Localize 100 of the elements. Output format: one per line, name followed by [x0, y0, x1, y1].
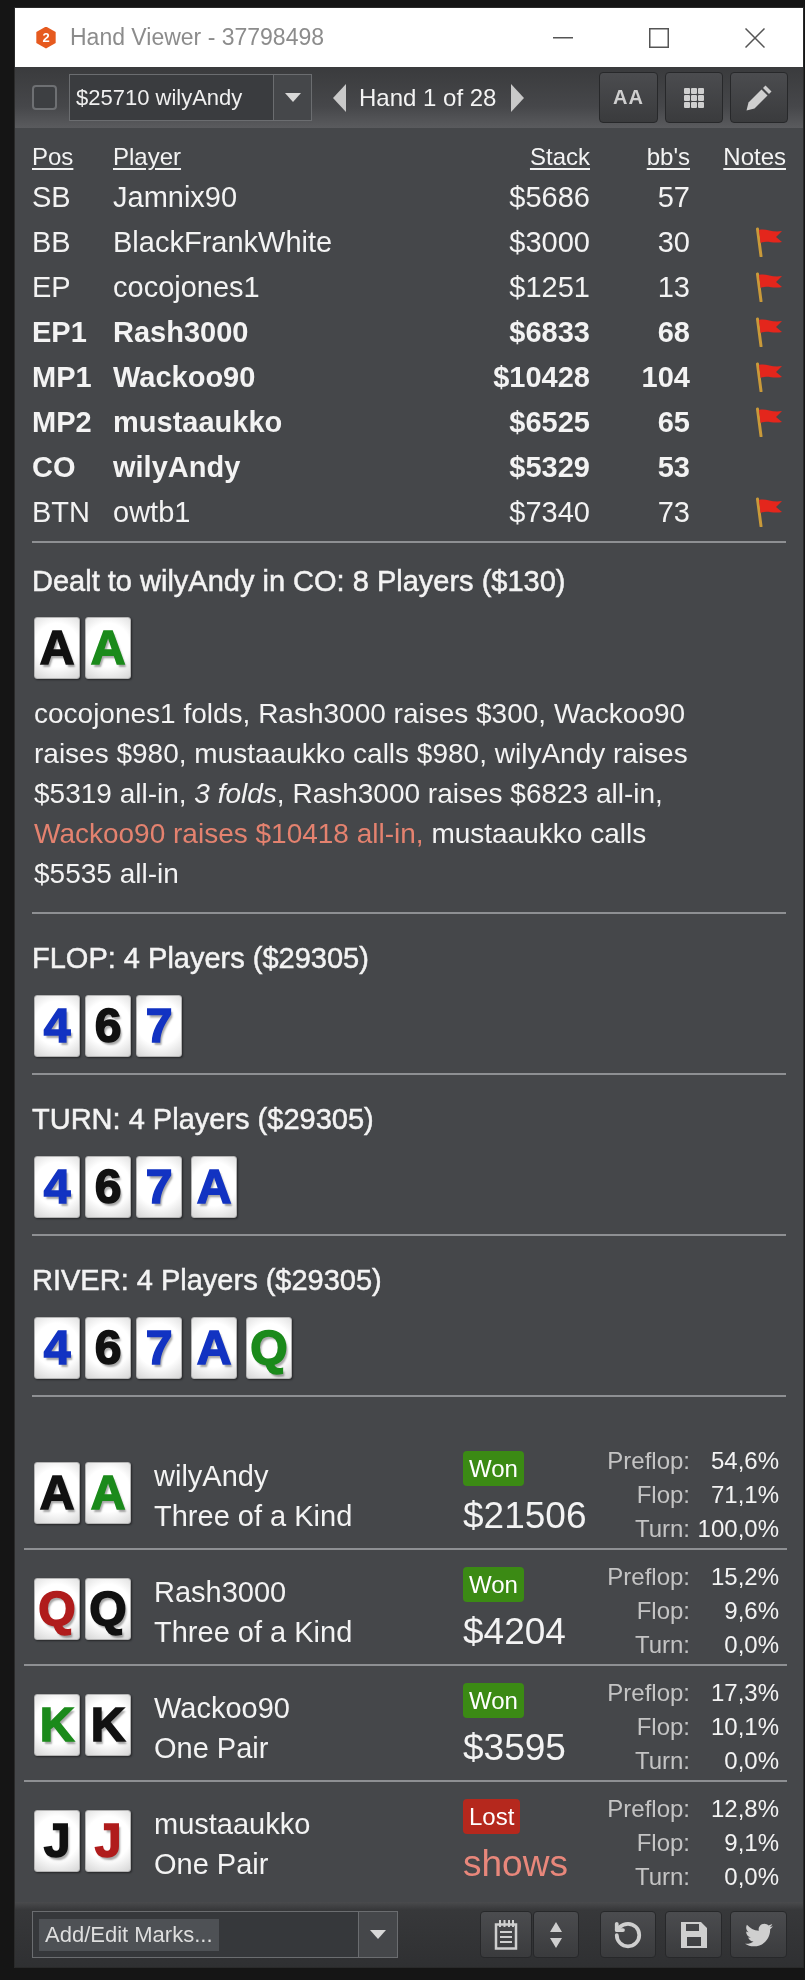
window-title: Hand Viewer - 37798498: [70, 24, 325, 51]
previous-triangle-icon[interactable]: [333, 83, 346, 112]
bb-cell-text: 73: [657, 494, 690, 530]
flag-icon: [753, 316, 783, 347]
equity-label: Turn:: [634, 1514, 690, 1544]
equity-value: 54,6%: [710, 1446, 779, 1476]
playing-card: J: [85, 1810, 131, 1872]
player-select[interactable]: $25710 wilyAndy: [69, 74, 273, 121]
edit-button[interactable]: [730, 72, 788, 123]
position-cell-text: EP: [32, 269, 71, 305]
status-badge: Won: [463, 1567, 524, 1602]
selected-text: Add/Edit Marks...: [39, 1918, 219, 1951]
bb-cell-text: 65: [657, 404, 690, 440]
playing-card: Q: [85, 1578, 131, 1640]
equity-value: 9,6%: [724, 1596, 779, 1626]
equity-label: Flop:: [636, 1712, 690, 1742]
notepad-button[interactable]: [480, 1911, 532, 1958]
stack-cell-text: $5329: [509, 449, 590, 485]
bird-button[interactable]: [730, 1911, 787, 1958]
playing-card: 7: [136, 1156, 182, 1218]
marks-select[interactable]: Add/Edit Marks...: [32, 1911, 358, 1958]
player-cell-text: BlackFrankWhite: [113, 224, 333, 260]
player-cell-text: Wackoo90: [113, 359, 256, 395]
player-cell-text: Jamnix90: [113, 179, 238, 215]
position-cell-text: EP1: [32, 314, 87, 350]
column-header[interactable]: Stack: [529, 142, 590, 172]
equity-label: Turn:: [634, 1630, 690, 1660]
hand-rank: One Pair: [154, 1731, 269, 1766]
flag-icon: [753, 361, 783, 392]
street-heading: FLOP: 4 Players ($29305): [32, 941, 369, 975]
playing-card: A: [85, 1462, 131, 1524]
next-triangle-icon[interactable]: [511, 83, 525, 112]
equity-value: 0,0%: [724, 1746, 779, 1776]
stack-cell-text: $3000: [509, 224, 590, 260]
result-amount: shows: [463, 1842, 568, 1886]
equity-value: 100,0%: [697, 1514, 779, 1544]
playing-card: A: [34, 1462, 80, 1524]
column-header[interactable]: Notes: [723, 142, 786, 172]
playing-card: 4: [34, 1317, 80, 1379]
status-badge: Lost: [463, 1799, 521, 1834]
position-cell-text: MP2: [32, 404, 92, 440]
refresh-icon: [613, 1919, 643, 1950]
column-header[interactable]: bb's: [646, 142, 690, 172]
playing-card: A: [85, 617, 131, 679]
hand-rank: Three of a Kind: [154, 1499, 353, 1534]
font-size-button[interactable]: AA: [599, 72, 658, 123]
bb-cell-text: 30: [657, 224, 690, 260]
player-name: wilyAndy: [154, 1459, 269, 1494]
hand-rank: One Pair: [154, 1847, 269, 1882]
equity-value: 0,0%: [724, 1630, 779, 1660]
column-header[interactable]: Player: [113, 142, 182, 172]
player-name: mustaaukko: [154, 1807, 311, 1842]
equity-label: Preflop:: [607, 1446, 690, 1476]
maximize-icon[interactable]: [649, 27, 669, 48]
action-text: cocojones1 folds, Rash3000 raises $300, Wackoo90 raises $980, mustaaukko calls $980, wilyAndy raises $5319 all-in, 3 folds, Rash3000 raises $6823 all-in, Wackoo90 raises $10418 all-in, mustaaukko calls $5535 all-in: [34, 697, 689, 891]
playing-card: Q: [34, 1578, 80, 1640]
flag-icon: [753, 496, 783, 527]
playing-card: 6: [85, 995, 131, 1057]
equity-value: 10,1%: [710, 1712, 779, 1742]
stack-cell-text: $10428: [493, 359, 590, 395]
app-logo: 2: [35, 26, 57, 49]
flag-icon: [753, 406, 783, 437]
playing-card: A: [191, 1156, 237, 1218]
bb-cell-text: 104: [641, 359, 690, 395]
save-icon: [679, 1920, 708, 1949]
dropdown-button[interactable]: [358, 1911, 398, 1958]
dropdown-button[interactable]: [273, 74, 312, 121]
equity-value: 9,1%: [724, 1828, 779, 1858]
equity-value: 15,2%: [710, 1562, 779, 1592]
column-header[interactable]: Pos: [32, 142, 74, 172]
equity-label: Turn:: [634, 1746, 690, 1776]
position-cell-text: SB: [32, 179, 71, 215]
save-button[interactable]: [665, 1911, 722, 1958]
sort-button[interactable]: [533, 1911, 579, 1958]
notepad-icon: [494, 1919, 518, 1950]
status-badge: Won: [463, 1683, 524, 1718]
bb-cell-text: 68: [657, 314, 690, 350]
playing-card: 7: [136, 995, 182, 1057]
playing-card: A: [191, 1317, 237, 1379]
refresh-button[interactable]: [600, 1911, 656, 1958]
player-cell-text: mustaaukko: [113, 404, 283, 440]
bb-cell-text: 57: [657, 179, 690, 215]
up-down-arrows-icon: [549, 1920, 563, 1949]
grid-button[interactable]: [665, 72, 723, 123]
player-name: Rash3000: [154, 1575, 287, 1610]
equity-label: Flop:: [636, 1596, 690, 1626]
position-cell-text: MP1: [32, 359, 92, 395]
equity-label: Preflop:: [607, 1678, 690, 1708]
close-icon[interactable]: [745, 27, 765, 48]
playing-card: Q: [246, 1317, 292, 1379]
playing-card: K: [85, 1694, 131, 1756]
stack-cell-text: $7340: [509, 494, 590, 530]
playing-card: 4: [34, 1156, 80, 1218]
equity-value: 12,8%: [710, 1794, 779, 1824]
minimize-icon[interactable]: [553, 36, 573, 39]
flag-icon: [753, 226, 783, 257]
pencil-icon: [746, 84, 772, 111]
checkbox[interactable]: [32, 85, 57, 110]
street-heading: RIVER: 4 Players ($29305): [32, 1263, 382, 1297]
player-cell-text: owtb1: [113, 494, 191, 530]
